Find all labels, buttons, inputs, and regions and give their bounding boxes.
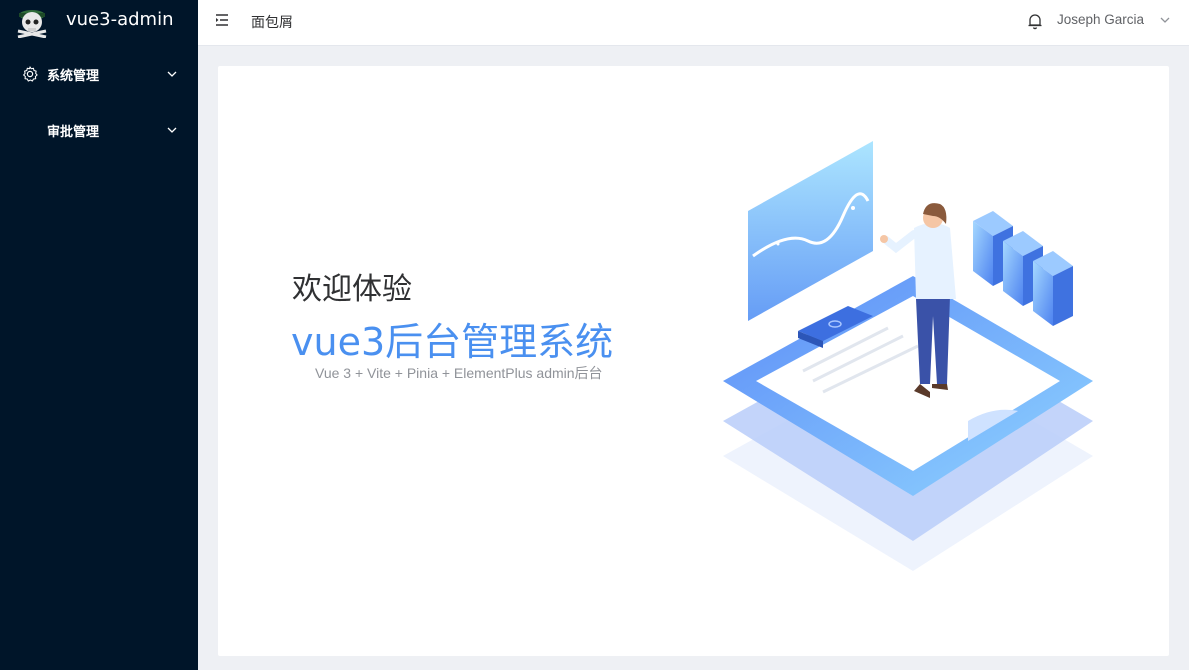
chevron-down-icon[interactable]: [1159, 14, 1171, 26]
sidebar: vue3-admin 系统管理 审批管理: [0, 0, 198, 670]
menu-collapse-icon[interactable]: [215, 12, 229, 28]
user-name-dropdown[interactable]: Joseph Garcia: [1057, 12, 1144, 27]
sidebar-item-label: 系统管理: [47, 68, 100, 84]
sidebar-item-label: 审批管理: [47, 124, 100, 140]
welcome-heading: 欢迎体验: [292, 272, 412, 307]
chevron-down-icon: [167, 71, 177, 77]
dashboard-illustration: [723, 141, 1093, 571]
tech-stack-subtitle: Vue 3 + Vite + Pinia + ElementPlus admin…: [315, 365, 603, 381]
breadcrumb[interactable]: 面包屑: [251, 12, 293, 32]
welcome-card: 欢迎体验 vue3后台管理系统 Vue 3 + Vite + Pinia + E…: [218, 66, 1169, 656]
bell-icon[interactable]: [1027, 12, 1043, 30]
skull-logo-icon: [17, 10, 47, 38]
sidebar-item-approval-management[interactable]: 审批管理: [0, 102, 198, 158]
chevron-down-icon: [167, 127, 177, 133]
app-logo[interactable]: vue3-admin: [0, 0, 198, 44]
sidebar-item-system-management[interactable]: 系统管理: [0, 46, 198, 102]
system-title: vue3后台管理系统: [291, 320, 614, 364]
top-header: 面包屑 Joseph Garcia: [198, 0, 1189, 46]
gear-icon: [23, 66, 38, 82]
app-title: vue3-admin: [66, 9, 174, 30]
